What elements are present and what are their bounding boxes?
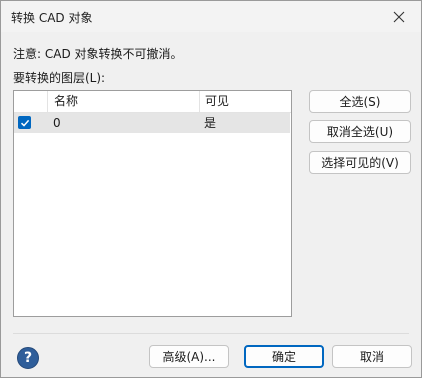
header-check-column[interactable] [14, 91, 47, 112]
layer-name-cell: 0 [53, 116, 61, 130]
title-bar: 转换 CAD 对象 [1, 1, 421, 32]
help-button[interactable]: ? [17, 347, 39, 369]
deselect-all-button[interactable]: 取消全选(U) [309, 120, 411, 143]
layers-list[interactable]: 名称 可见 0 是 [13, 90, 292, 317]
list-header: 名称 可见 [14, 91, 291, 113]
dialog-title: 转换 CAD 对象 [11, 11, 93, 25]
close-button[interactable] [377, 1, 421, 32]
layer-visible-cell: 是 [204, 116, 217, 130]
select-visible-button[interactable]: 选择可见的(V) [309, 151, 411, 174]
table-row[interactable]: 0 是 [14, 113, 290, 133]
help-icon: ? [23, 350, 33, 366]
close-icon [393, 11, 405, 22]
convert-cad-dialog: 转换 CAD 对象 注意: CAD 对象转换不可撤消。 要转换的图层(L): 名… [0, 0, 422, 378]
select-all-button[interactable]: 全选(S) [309, 90, 411, 113]
layer-checkbox[interactable] [18, 116, 31, 129]
checkmark-icon [20, 119, 29, 127]
advanced-button[interactable]: 高级(A)... [149, 345, 229, 368]
footer-divider [13, 333, 409, 334]
header-visible[interactable]: 可见 [199, 91, 291, 112]
warning-note: 注意: CAD 对象转换不可撤消。 [13, 47, 183, 61]
ok-button[interactable]: 确定 [244, 345, 324, 368]
layers-label: 要转换的图层(L): [13, 71, 106, 85]
header-name[interactable]: 名称 [47, 91, 199, 112]
cancel-button[interactable]: 取消 [332, 345, 412, 368]
